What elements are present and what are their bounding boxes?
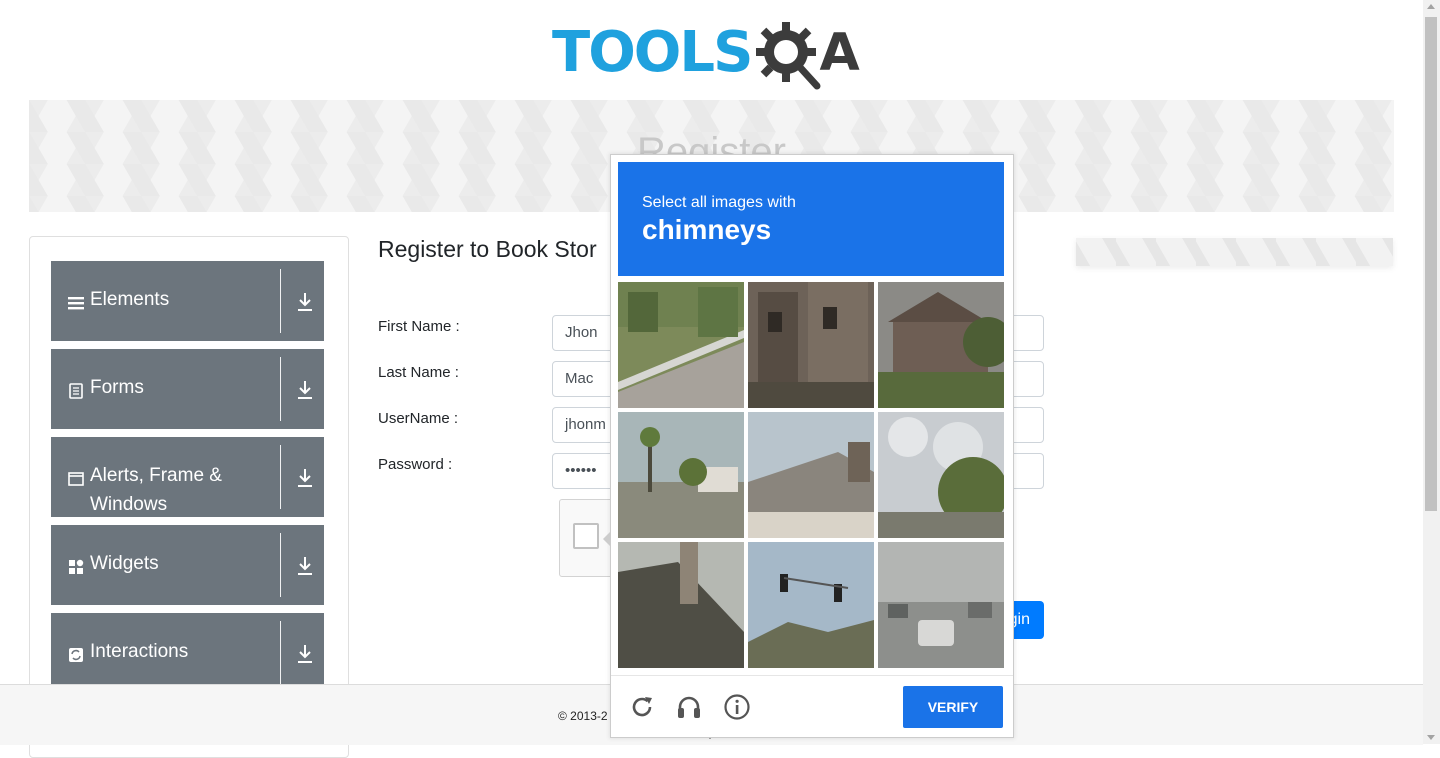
scroll-down-icon[interactable]	[1427, 735, 1435, 740]
window-icon	[68, 472, 84, 486]
sidebar-group-label: Widgets	[90, 553, 159, 574]
logo-text: TOOLS	[552, 20, 753, 85]
trees-sky-image	[878, 412, 1004, 538]
traffic-lights-image	[748, 542, 874, 668]
challenge-tile[interactable]	[878, 542, 1004, 668]
roof-chimney-image	[748, 412, 874, 538]
left-panel: Elements Forms Alerts, Frame & Windows W…	[29, 236, 349, 758]
hamburger-icon	[68, 297, 84, 310]
first-name-label: First Name :	[378, 318, 460, 335]
reload-icon[interactable]	[627, 692, 657, 722]
divider	[280, 445, 281, 509]
password-label: Password :	[378, 456, 453, 473]
scroll-up-icon[interactable]	[1427, 4, 1435, 9]
challenge-tile[interactable]	[748, 282, 874, 408]
download-icon[interactable]	[295, 379, 315, 401]
download-icon[interactable]	[295, 467, 315, 489]
divider	[280, 621, 281, 685]
palm-street-image	[618, 412, 744, 538]
challenge-footer: VERIFY	[611, 675, 1013, 738]
roof-chimney-dark-image	[618, 542, 744, 668]
challenge-header: Select all images with chimneys	[618, 162, 1004, 276]
brick-building-image	[748, 282, 874, 408]
toolsqa-logo[interactable]: TOOLS A	[552, 16, 860, 90]
challenge-tile[interactable]	[748, 542, 874, 668]
logo-letter-a: A	[819, 23, 860, 83]
sidebar-group-label: Elements	[90, 289, 170, 310]
verify-button[interactable]: VERIFY	[903, 686, 1003, 728]
challenge-tile[interactable]	[878, 282, 1004, 408]
sidebar-group-label: Interactions	[90, 641, 189, 662]
challenge-tile[interactable]	[878, 412, 1004, 538]
divider	[280, 533, 281, 597]
widgets-icon	[69, 559, 84, 574]
recaptcha-checkbox[interactable]	[573, 523, 599, 549]
document-icon	[69, 383, 83, 399]
sidebar-group-interactions[interactable]: Interactions	[51, 613, 324, 693]
scrollbar-thumb[interactable]	[1425, 17, 1437, 511]
house-trees-image	[878, 282, 1004, 408]
road-guardrail-image	[618, 282, 744, 408]
sidebar-group-alerts[interactable]: Alerts, Frame & Windows	[51, 437, 324, 517]
info-icon[interactable]	[722, 692, 752, 722]
challenge-target: chimneys	[642, 214, 772, 245]
gear-magnifier-icon	[756, 22, 821, 90]
sidebar-group-label: Alerts, Frame & Windows	[90, 465, 222, 515]
challenge-tile[interactable]	[618, 412, 744, 538]
last-name-label: Last Name :	[378, 364, 459, 381]
sidebar-group-elements[interactable]: Elements	[51, 261, 324, 341]
challenge-tile[interactable]	[618, 542, 744, 668]
form-title: Register to Book Stor	[378, 236, 597, 262]
divider	[280, 357, 281, 421]
download-icon[interactable]	[295, 643, 315, 665]
download-icon[interactable]	[295, 291, 315, 313]
page-scrollbar[interactable]	[1423, 0, 1440, 744]
divider	[280, 269, 281, 333]
sidebar-group-label: Forms	[90, 377, 144, 398]
recaptcha-challenge: Select all images with chimneys VERIFY	[603, 154, 1014, 738]
ad-banner	[1076, 238, 1393, 266]
username-label: UserName :	[378, 410, 459, 427]
copyright-text: © 2013-2	[558, 709, 608, 723]
challenge-instruction: Select all images with	[642, 194, 796, 211]
challenge-tile[interactable]	[618, 282, 744, 408]
interactions-icon	[69, 648, 83, 662]
sidebar-group-widgets[interactable]: Widgets	[51, 525, 324, 605]
audio-challenge-icon[interactable]	[674, 692, 704, 722]
download-icon[interactable]	[295, 555, 315, 577]
challenge-tile[interactable]	[748, 412, 874, 538]
highway-cars-image	[878, 542, 1004, 668]
sidebar-group-forms[interactable]: Forms	[51, 349, 324, 429]
